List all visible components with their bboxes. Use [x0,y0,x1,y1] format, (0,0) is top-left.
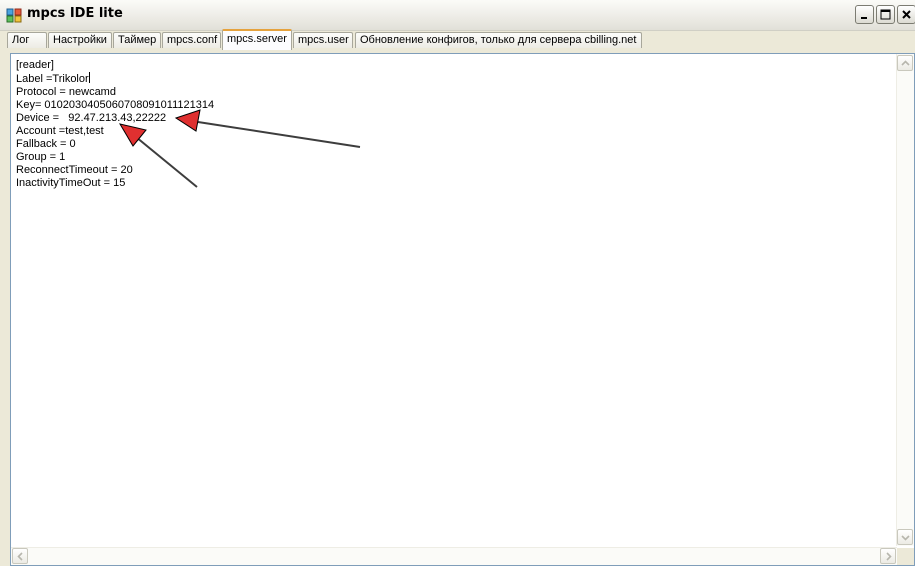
chevron-up-icon [901,60,910,66]
editor-line: ReconnectTimeout = 20 [16,164,133,176]
tab-mpcs-user[interactable]: mpcs.user [293,32,353,48]
scroll-up-button[interactable] [897,55,913,71]
editor-line: Group = 1 [16,151,66,163]
tab-config-update[interactable]: Обновление конфигов, только для сервера … [355,32,642,48]
maximize-icon [880,9,891,20]
editor-line: Label =Trikolor [16,73,89,85]
chevron-down-icon [901,535,910,541]
config-editor[interactable]: [reader] Label =Trikolor Protocol = newc… [10,53,915,566]
tab-timer[interactable]: Таймер [113,32,161,48]
chevron-right-icon [886,552,892,561]
tab-log[interactable]: Лог [7,32,47,48]
scroll-down-button[interactable] [897,529,913,545]
editor-line: InactivityTimeOut = 15 [16,177,126,189]
minimize-button[interactable] [855,5,874,24]
editor-text[interactable]: [reader] Label =Trikolor Protocol = newc… [16,59,214,190]
tab-mpcs-server[interactable]: mpcs.server [222,29,292,50]
text-caret [88,72,90,83]
close-icon [902,10,911,19]
scroll-corner [897,548,914,565]
tab-settings[interactable]: Настройки [48,32,112,48]
tab-mpcs-conf[interactable]: mpcs.conf [162,32,221,48]
maximize-button[interactable] [876,5,895,24]
title-bar[interactable]: mpcs IDE lite [0,0,915,31]
minimize-icon [861,17,867,19]
editor-line: Protocol = newcamd [16,86,116,98]
close-button[interactable] [897,5,915,24]
vertical-scrollbar[interactable] [896,54,914,546]
editor-line: Device = 92.47.213.43,22222 [16,112,167,124]
horizontal-scrollbar[interactable] [11,547,897,565]
editor-line: Fallback = 0 [16,138,76,150]
window-title: mpcs IDE lite [27,6,123,21]
editor-line: Account =test,test [16,125,104,137]
scroll-right-button[interactable] [880,548,896,564]
editor-line: Key= 0102030405060708091011121314 [16,99,215,111]
scroll-left-button[interactable] [12,548,28,564]
editor-line: [reader] [16,59,54,71]
chevron-left-icon [17,552,23,561]
tab-strip: Лог Настройки Таймер mpcs.conf mpcs.serv… [0,29,915,50]
app-icon [6,8,22,23]
